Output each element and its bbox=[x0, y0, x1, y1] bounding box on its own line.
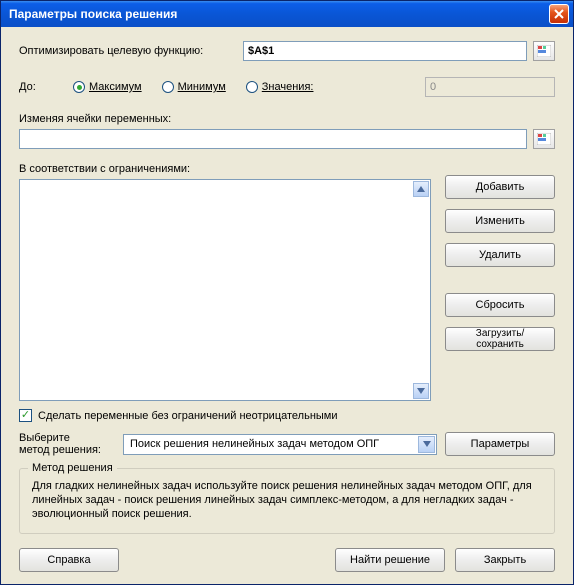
constraints-label: В соответствии с ограничениями: bbox=[19, 163, 555, 175]
constraints-listbox[interactable] bbox=[19, 179, 431, 401]
nonneg-label: Сделать переменные без ограничений неотр… bbox=[38, 410, 338, 422]
load-save-button[interactable]: Загрузить/сохранить bbox=[445, 327, 555, 351]
radio-icon bbox=[73, 81, 85, 93]
change-button[interactable]: Изменить bbox=[445, 209, 555, 233]
help-button[interactable]: Справка bbox=[19, 548, 119, 572]
dialog-buttons: Справка Найти решение Закрыть bbox=[19, 548, 555, 572]
radio-icon bbox=[246, 81, 258, 93]
variables-input[interactable] bbox=[19, 129, 527, 149]
method-label-1: Выберите bbox=[19, 432, 115, 444]
range-picker-icon[interactable] bbox=[533, 41, 555, 61]
radio-max-label: Максимум bbox=[89, 81, 142, 93]
close-button[interactable]: Закрыть bbox=[455, 548, 555, 572]
radio-value-label: Значения: bbox=[262, 81, 314, 93]
window-title: Параметры поиска решения bbox=[9, 7, 549, 21]
range-picker-icon[interactable] bbox=[533, 129, 555, 149]
method-row: Выберите метод решения: Поиск решения не… bbox=[19, 432, 555, 456]
reset-button[interactable]: Сбросить bbox=[445, 293, 555, 317]
delete-button[interactable]: Удалить bbox=[445, 243, 555, 267]
to-label: До: bbox=[19, 81, 49, 93]
objective-row: Оптимизировать целевую функцию: bbox=[19, 41, 555, 61]
scroll-up-icon[interactable] bbox=[413, 181, 429, 197]
to-row: До: Максимум Минимум Значения: bbox=[19, 77, 555, 97]
solver-dialog: Параметры поиска решения Оптимизировать … bbox=[0, 0, 574, 585]
close-icon[interactable] bbox=[549, 4, 569, 24]
nonneg-row[interactable]: ✓ Сделать переменные без ограничений нео… bbox=[19, 409, 555, 422]
radio-icon bbox=[162, 81, 174, 93]
variables-section: Изменяя ячейки переменных: bbox=[19, 113, 555, 149]
radio-value[interactable]: Значения: bbox=[246, 81, 314, 93]
solve-button[interactable]: Найти решение bbox=[335, 548, 445, 572]
method-group-text: Для гладких нелинейных задач используйте… bbox=[32, 479, 542, 521]
objective-input[interactable] bbox=[243, 41, 527, 61]
method-label-2: метод решения: bbox=[19, 444, 115, 456]
constraints-section: В соответствии с ограничениями: Добавить… bbox=[19, 163, 555, 401]
titlebar[interactable]: Параметры поиска решения bbox=[1, 1, 573, 27]
chevron-down-icon bbox=[418, 436, 435, 453]
params-button[interactable]: Параметры bbox=[445, 432, 555, 456]
objective-label: Оптимизировать целевую функцию: bbox=[19, 45, 243, 57]
radio-max[interactable]: Максимум bbox=[73, 81, 142, 93]
radio-min[interactable]: Минимум bbox=[162, 81, 226, 93]
variables-label: Изменяя ячейки переменных: bbox=[19, 113, 555, 125]
dialog-content: Оптимизировать целевую функцию: До: Макс… bbox=[1, 27, 573, 584]
method-selected: Поиск решения нелинейных задач методом О… bbox=[130, 438, 379, 450]
scroll-down-icon[interactable] bbox=[413, 383, 429, 399]
to-value-input bbox=[425, 77, 555, 97]
constraint-buttons: Добавить Изменить Удалить Сбросить Загру… bbox=[445, 175, 555, 401]
method-group-title: Метод решения bbox=[28, 462, 117, 474]
checkbox-icon: ✓ bbox=[19, 409, 32, 422]
radio-min-label: Минимум bbox=[178, 81, 226, 93]
method-select[interactable]: Поиск решения нелинейных задач методом О… bbox=[123, 434, 437, 455]
method-groupbox: Метод решения Для гладких нелинейных зад… bbox=[19, 468, 555, 534]
add-button[interactable]: Добавить bbox=[445, 175, 555, 199]
